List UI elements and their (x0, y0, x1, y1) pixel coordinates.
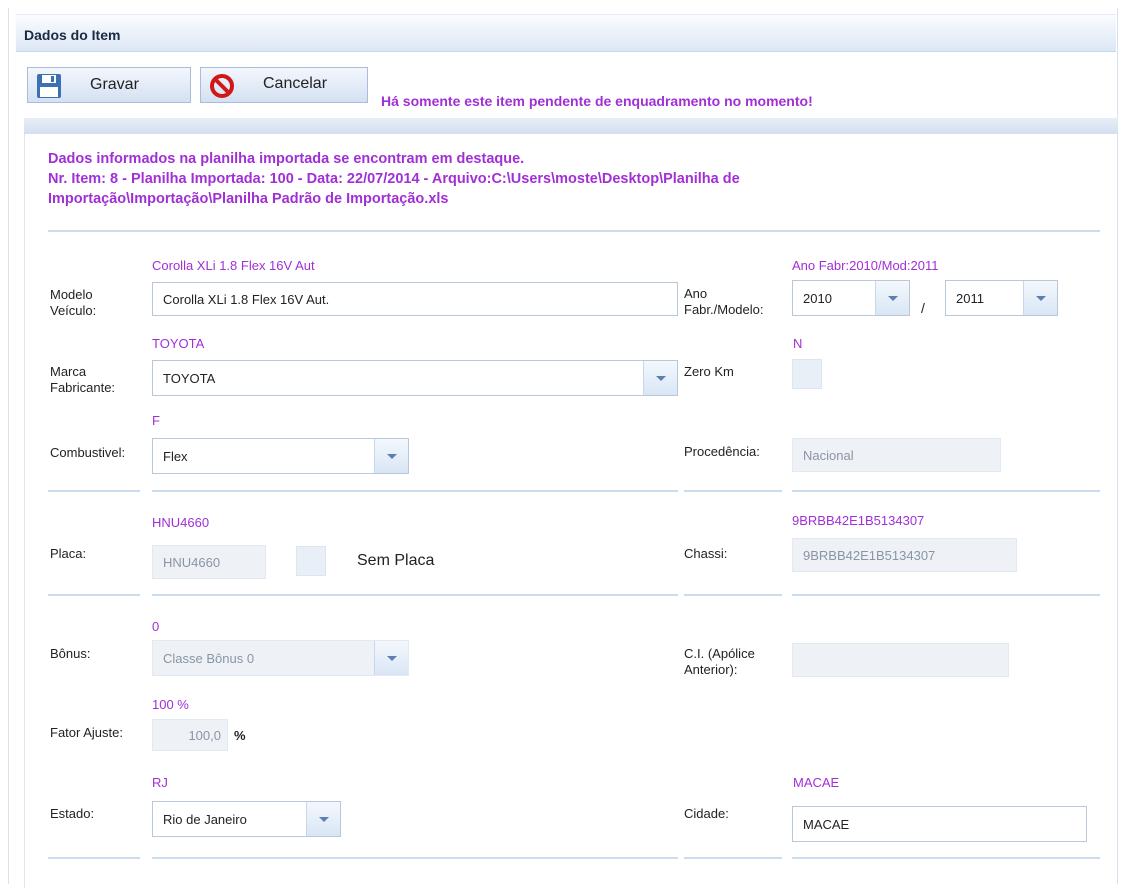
ano-import-hint: Ano Fabr:2010/Mod:2011 (792, 258, 939, 273)
no-entry-icon (209, 73, 235, 104)
cancel-button-label: Cancelar (263, 75, 328, 92)
divider (152, 490, 678, 492)
cidade-value: MACAE (803, 816, 850, 832)
ano-fabr-value: 2010 (803, 290, 832, 306)
ano-separator: / (921, 300, 925, 316)
zero-km-import-hint: N (793, 336, 803, 351)
modelo-import-hint: Corolla XLi 1.8 Flex 16V Aut (152, 258, 315, 273)
divider (152, 594, 678, 596)
marca-import-hint: TOYOTA (152, 336, 205, 351)
placa-import-hint: HNU4660 (152, 515, 210, 530)
bonus-label: Bônus: (50, 646, 91, 661)
procedencia-value: Nacional (803, 447, 854, 463)
chassi-value: 9BRBB42E1B5134307 (803, 547, 936, 563)
bonus-value: Classe Bônus 0 (163, 650, 255, 666)
fator-value: 100,0 (188, 727, 221, 743)
combustivel-import-hint: F (152, 413, 160, 428)
title-bar: Dados do Item (16, 14, 1116, 52)
chassi-input: 9BRBB42E1B5134307 (792, 538, 1017, 572)
import-info-line1: Dados informados na planilha importada s… (48, 151, 525, 167)
sem-placa-label: Sem Placa (357, 552, 435, 569)
divider (48, 230, 1100, 232)
estado-label: Estado: (50, 806, 95, 821)
divider (48, 490, 140, 492)
bonus-select: Classe Bônus 0 (152, 640, 409, 676)
divider (48, 857, 140, 859)
divider (48, 594, 140, 596)
zero-km-label: Zero Km (684, 364, 734, 379)
fator-import-hint: 100 % (152, 697, 189, 712)
estado-import-hint: RJ (152, 775, 168, 790)
marca-value: TOYOTA (163, 370, 216, 386)
chevron-down-icon[interactable] (306, 802, 340, 836)
modelo-value: Corolla XLi 1.8 Flex 16V Aut. (163, 291, 330, 307)
combustivel-select[interactable]: Flex (152, 438, 409, 474)
save-button-label: Gravar (90, 76, 139, 93)
procedencia-label: Procedência: (684, 444, 760, 459)
page-title: Dados do Item (24, 27, 121, 43)
placa-value: HNU4660 (163, 554, 221, 570)
combustivel-value: Flex (163, 448, 188, 464)
zero-km-checkbox[interactable] (792, 359, 822, 389)
import-info-line2: Nr. Item: 8 - Planilha Importada: 100 - … (48, 171, 740, 207)
divider (152, 857, 678, 859)
combustivel-label: Combustivel: (50, 445, 126, 460)
divider (792, 857, 1100, 859)
sem-placa-checkbox[interactable] (296, 546, 326, 576)
ci-input (792, 643, 1009, 677)
chassi-label: Chassi: (684, 546, 728, 561)
divider (684, 490, 782, 492)
chevron-down-icon[interactable] (1023, 281, 1057, 315)
ano-label: Ano Fabr./Modelo: (684, 286, 764, 317)
marca-label: Marca Fabricante: (50, 364, 116, 395)
chevron-down-icon[interactable] (374, 439, 408, 473)
estado-value: Rio de Janeiro (163, 811, 247, 827)
procedencia-input: Nacional (792, 438, 1001, 472)
divider (684, 594, 782, 596)
ano-mod-select[interactable]: 2011 (945, 280, 1058, 316)
chassi-import-hint: 9BRBB42E1B5134307 (792, 513, 925, 528)
bonus-import-hint: 0 (152, 619, 160, 634)
cancel-button[interactable]: Cancelar (200, 67, 368, 103)
pending-message: Há somente este item pendente de enquadr… (381, 93, 813, 109)
save-button[interactable]: Gravar (27, 67, 191, 103)
modelo-label: Modelo Veículo: (50, 287, 97, 318)
ano-mod-value: 2011 (956, 290, 984, 306)
form-panel (24, 118, 1118, 888)
fator-input: 100,0 (152, 719, 228, 751)
placa-input: HNU4660 (152, 545, 266, 579)
estado-select[interactable]: Rio de Janeiro (152, 801, 341, 837)
placa-label: Placa: (50, 546, 87, 561)
modelo-input[interactable]: Corolla XLi 1.8 Flex 16V Aut. (152, 282, 678, 316)
chevron-down-icon[interactable] (643, 361, 677, 395)
form-panel-header (24, 118, 1118, 134)
marca-select[interactable]: TOYOTA (152, 360, 678, 396)
ci-label: C.I. (Apólice Anterior): (684, 646, 755, 677)
import-info: Dados informados na planilha importada s… (48, 149, 948, 209)
chevron-down-icon (374, 641, 408, 675)
floppy-disk-icon (36, 73, 62, 104)
cidade-label: Cidade: (684, 806, 729, 821)
chevron-down-icon[interactable] (875, 281, 909, 315)
cidade-input[interactable]: MACAE (792, 806, 1087, 842)
ano-fabr-select[interactable]: 2010 (792, 280, 910, 316)
cidade-import-hint: MACAE (793, 775, 840, 790)
divider (792, 594, 1100, 596)
fator-label: Fator Ajuste: (50, 725, 123, 740)
fator-unit: % (234, 728, 246, 743)
divider (792, 490, 1100, 492)
divider (684, 857, 782, 859)
